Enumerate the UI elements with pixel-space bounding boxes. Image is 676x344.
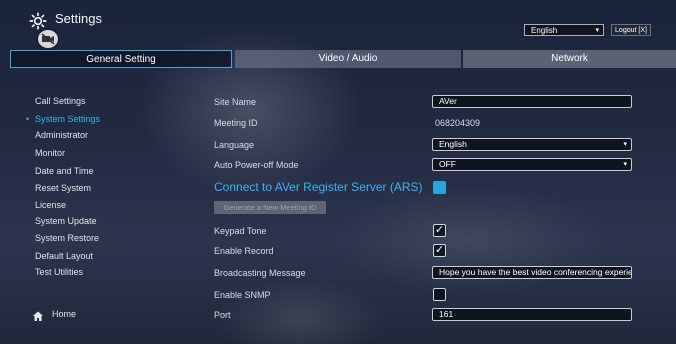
ars-toggle[interactable] bbox=[433, 181, 446, 194]
chevron-down-icon: ▾ bbox=[623, 161, 627, 168]
broadcasting-message-input[interactable]: Hope you have the best video conferencin… bbox=[432, 266, 632, 279]
sidebar-item-system-settings[interactable]: • System Settings bbox=[26, 114, 101, 124]
sidebar-item-reset-system[interactable]: Reset System bbox=[35, 183, 91, 193]
camera-off-icon[interactable] bbox=[38, 30, 58, 48]
app-title: Settings bbox=[55, 11, 102, 26]
site-name-input[interactable]: AVer bbox=[432, 95, 632, 108]
gear-icon bbox=[29, 12, 47, 30]
ars-label: Connect to AVer Register Server (ARS) bbox=[214, 180, 423, 194]
tab-network[interactable]: Network bbox=[463, 50, 676, 68]
sidebar-item-default-layout[interactable]: Default Layout bbox=[35, 251, 93, 261]
sidebar-item-system-update[interactable]: System Update bbox=[35, 216, 97, 226]
enable-record-checkbox[interactable]: ✓ bbox=[433, 244, 446, 257]
home-link[interactable]: Home bbox=[52, 309, 76, 319]
keypad-tone-checkbox[interactable]: ✓ bbox=[433, 224, 446, 237]
enable-snmp-label: Enable SNMP bbox=[214, 290, 271, 300]
language-select[interactable]: English ▾ bbox=[432, 138, 632, 151]
chevron-down-icon: ▾ bbox=[623, 141, 627, 148]
tab-bar: General Setting Video / Audio Network bbox=[0, 50, 676, 68]
port-label: Port bbox=[214, 310, 231, 320]
auto-power-off-select[interactable]: OFF ▾ bbox=[432, 158, 632, 171]
enable-record-label: Enable Record bbox=[214, 246, 274, 256]
port-input[interactable]: 161 bbox=[432, 308, 632, 321]
sidebar-item-monitor[interactable]: Monitor bbox=[35, 148, 65, 158]
site-name-label: Site Name bbox=[214, 97, 257, 107]
language-label: Language bbox=[214, 140, 255, 150]
language-dropdown-value: English bbox=[531, 26, 558, 35]
sidebar-item-call-settings[interactable]: Call Settings bbox=[35, 96, 86, 106]
sidebar-item-license[interactable]: License bbox=[35, 200, 66, 210]
broadcasting-message-label: Broadcasting Message bbox=[214, 268, 306, 278]
logout-button[interactable]: Logout [X] bbox=[611, 24, 651, 36]
sidebar-item-test-utilities[interactable]: Test Utilities bbox=[35, 267, 83, 277]
auto-power-off-label: Auto Power-off Mode bbox=[214, 160, 299, 170]
header-bar: Settings English ▾ Logout [X] bbox=[0, 0, 676, 48]
tab-general-setting[interactable]: General Setting bbox=[10, 50, 232, 68]
chevron-down-icon: ▾ bbox=[595, 27, 599, 34]
enable-snmp-checkbox[interactable] bbox=[433, 288, 446, 301]
tab-video-audio[interactable]: Video / Audio bbox=[235, 50, 461, 68]
checkmark-icon: ✓ bbox=[434, 224, 445, 236]
meeting-id-label: Meeting ID bbox=[214, 118, 258, 128]
checkmark-icon: ✓ bbox=[434, 244, 445, 256]
sidebar-item-administrator[interactable]: Administrator bbox=[35, 130, 88, 140]
sidebar-item-label: System Settings bbox=[35, 114, 101, 124]
home-icon[interactable] bbox=[32, 310, 44, 322]
sidebar-item-system-restore[interactable]: System Restore bbox=[35, 233, 99, 243]
keypad-tone-label: Keypad Tone bbox=[214, 226, 267, 236]
active-bullet-icon: • bbox=[26, 114, 30, 124]
generate-meeting-id-button[interactable]: Generate a New Meeting ID bbox=[214, 201, 326, 214]
language-select-value: English bbox=[439, 139, 467, 149]
sidebar-item-date-and-time[interactable]: Date and Time bbox=[35, 166, 94, 176]
meeting-id-value: 068204309 bbox=[435, 118, 481, 128]
language-dropdown[interactable]: English ▾ bbox=[524, 24, 604, 36]
auto-power-off-value: OFF bbox=[439, 159, 456, 169]
